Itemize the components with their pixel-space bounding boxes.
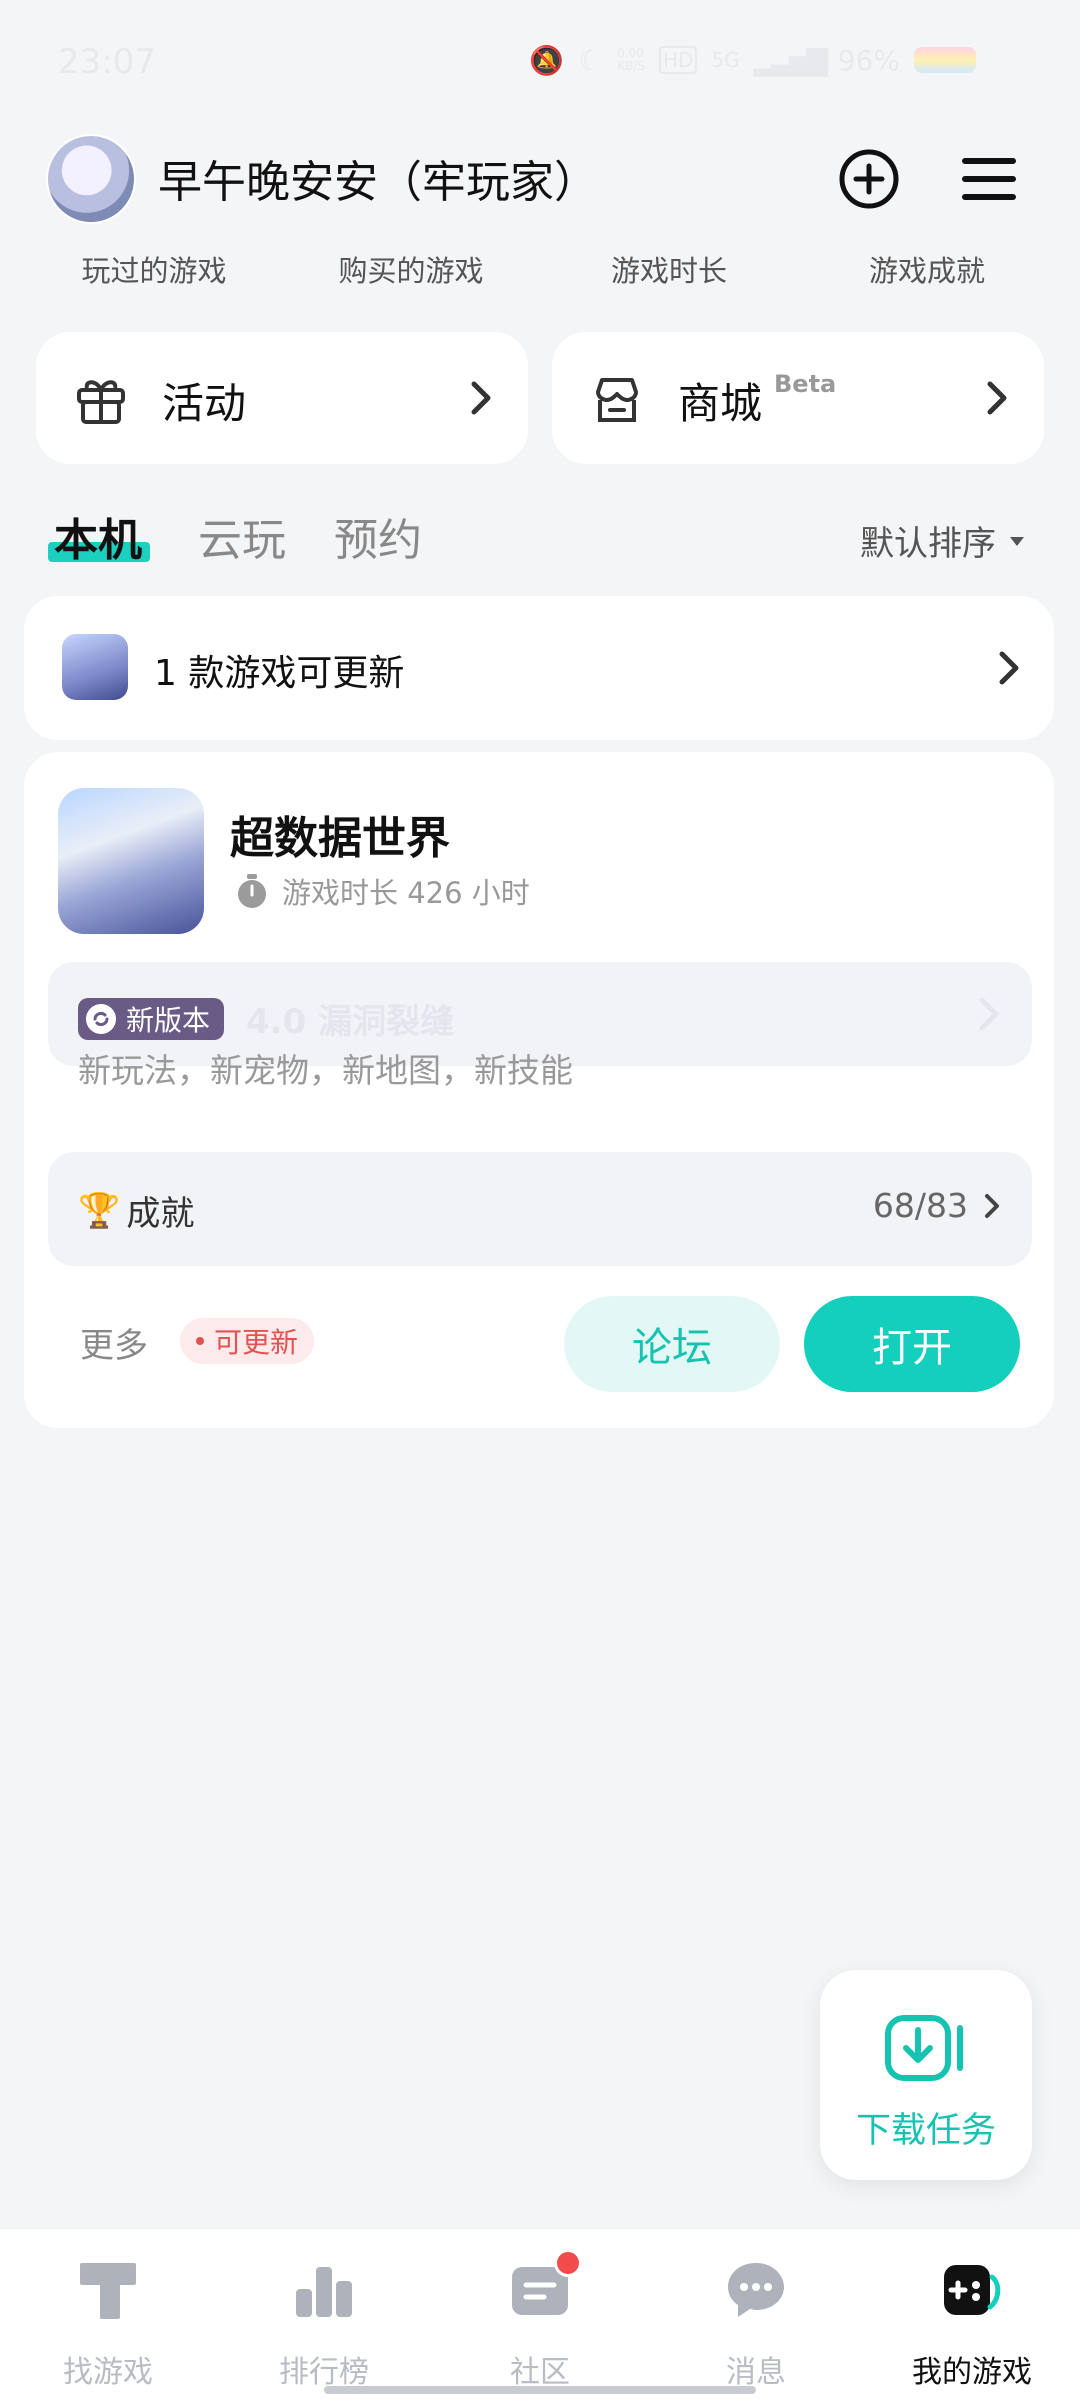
chevron-right-icon	[999, 651, 1019, 685]
rankings-icon	[296, 2267, 352, 2317]
add-button[interactable]	[834, 144, 904, 214]
nav-find-games[interactable]: 找游戏	[0, 2229, 216, 2401]
nav-label: 找游戏	[63, 2355, 153, 2390]
update-tag[interactable]: 可更新	[180, 1318, 315, 1364]
menu-icon	[962, 158, 1016, 200]
stat-play-time[interactable]: 游戏时长	[549, 248, 789, 290]
moon-icon: ☾	[578, 43, 604, 77]
plus-circle-icon	[839, 149, 899, 209]
nav-messages[interactable]: 消息	[648, 2229, 864, 2401]
stat-purchased-games[interactable]: 购买的游戏	[291, 248, 531, 290]
status-time: 23:07	[58, 42, 156, 82]
new-version-badge: 新版本	[78, 998, 225, 1040]
playtime-text: 游戏时长 426 小时	[282, 876, 530, 910]
stopwatch-icon	[238, 874, 266, 908]
gift-icon	[77, 380, 125, 424]
caret-down-icon	[1010, 536, 1024, 546]
version-title: 4.0 漏洞裂缝	[246, 1002, 455, 1042]
chat-bubble-icon	[728, 2263, 784, 2317]
nav-label: 社区	[510, 2355, 570, 2390]
achievement-label-group: 🏆 成就	[78, 1186, 194, 1235]
download-tasks-button[interactable]: 下载任务	[820, 1970, 1032, 2180]
hd-icon: HD	[658, 46, 698, 74]
chevron-right-icon	[471, 381, 491, 415]
username[interactable]: 早午晚安安（牢玩家）	[158, 146, 598, 210]
status-icons: 🔕 ☾ 0.00 KB/S HD 5G ▂▃▅▇ 96%	[529, 38, 976, 82]
beta-badge: Beta	[774, 370, 837, 398]
new-version-label: 新版本	[126, 1004, 211, 1037]
chevron-right-icon	[979, 997, 999, 1031]
signal-label: 5G	[711, 48, 740, 72]
download-tasks-label: 下载任务	[855, 2111, 996, 2151]
nav-label: 排行榜	[279, 2355, 369, 2390]
battery-percent: 96%	[837, 43, 900, 77]
chevron-right-icon	[985, 1193, 999, 1218]
nav-label: 我的游戏	[912, 2355, 1032, 2390]
menu-button[interactable]	[954, 144, 1024, 214]
sort-dropdown[interactable]: 默认排序	[860, 516, 1026, 565]
signal-icon: ▂▃▅▇	[753, 43, 828, 77]
forum-button[interactable]: 论坛	[564, 1296, 780, 1392]
updates-text: 1 款游戏可更新	[154, 653, 405, 694]
open-button[interactable]: 打开	[804, 1296, 1020, 1392]
sort-label: 默认排序	[860, 524, 996, 564]
notification-dot	[554, 2249, 582, 2277]
nav-label: 消息	[726, 2355, 786, 2390]
version-description: 新玩法，新宠物，新地图，新技能	[78, 1051, 573, 1090]
bottom-nav: 找游戏 排行榜 社区 消息 我的游戏	[0, 2228, 1080, 2401]
stats-row: 玩过的游戏 购买的游戏 游戏时长 游戏成就	[0, 248, 1080, 294]
stat-played-games[interactable]: 玩过的游戏	[34, 248, 274, 290]
mute-icon: 🔕	[529, 43, 565, 77]
game-card: 超数据世界 游戏时长 426 小时 新版本 4.0 漏洞裂缝 新玩法，新宠物，新…	[24, 752, 1054, 1428]
trophy-icon: 🏆	[78, 1190, 121, 1231]
network-speed: 0.00 KB/S	[617, 46, 645, 73]
more-link[interactable]: 更多	[80, 1318, 148, 1367]
find-games-icon	[80, 2263, 136, 2319]
achievement-value: 68/83	[872, 1186, 968, 1225]
gamepad-icon	[944, 2265, 1001, 2315]
download-icon	[885, 2015, 963, 2081]
stat-achievements[interactable]: 游戏成就	[807, 248, 1047, 290]
tab-cloud[interactable]: 云玩	[198, 504, 286, 568]
playtime: 游戏时长 426 小时	[234, 870, 530, 912]
game-icon[interactable]	[58, 788, 204, 934]
achievement-value-group: 68/83	[873, 1186, 1002, 1225]
game-name[interactable]: 超数据世界	[230, 802, 450, 866]
activity-label: 活动	[162, 379, 247, 428]
achievement-label: 成就	[126, 1194, 195, 1234]
red-dot-icon	[196, 1337, 204, 1345]
game-thumbnail	[62, 634, 128, 700]
refresh-icon	[86, 1004, 116, 1034]
update-tag-label: 可更新	[214, 1326, 299, 1359]
nav-community[interactable]: 社区	[432, 2229, 648, 2401]
store-label: 商城	[678, 379, 763, 428]
home-indicator[interactable]	[324, 2386, 756, 2394]
store-icon	[596, 378, 638, 422]
battery-icon	[914, 47, 976, 73]
updates-banner[interactable]: 1 款游戏可更新	[24, 596, 1054, 740]
tab-local[interactable]: 本机	[54, 504, 142, 568]
nav-my-games[interactable]: 我的游戏	[864, 2229, 1080, 2401]
nav-rankings[interactable]: 排行榜	[216, 2229, 432, 2401]
store-card[interactable]: 商城 Beta	[552, 332, 1044, 464]
status-bar: 23:07 🔕 ☾ 0.00 KB/S HD 5G ▂▃▅▇ 96%	[0, 0, 1080, 120]
tab-reserve[interactable]: 预约	[334, 504, 422, 568]
avatar[interactable]	[46, 134, 136, 224]
activity-card[interactable]: 活动	[36, 332, 528, 464]
chevron-right-icon	[987, 381, 1007, 415]
